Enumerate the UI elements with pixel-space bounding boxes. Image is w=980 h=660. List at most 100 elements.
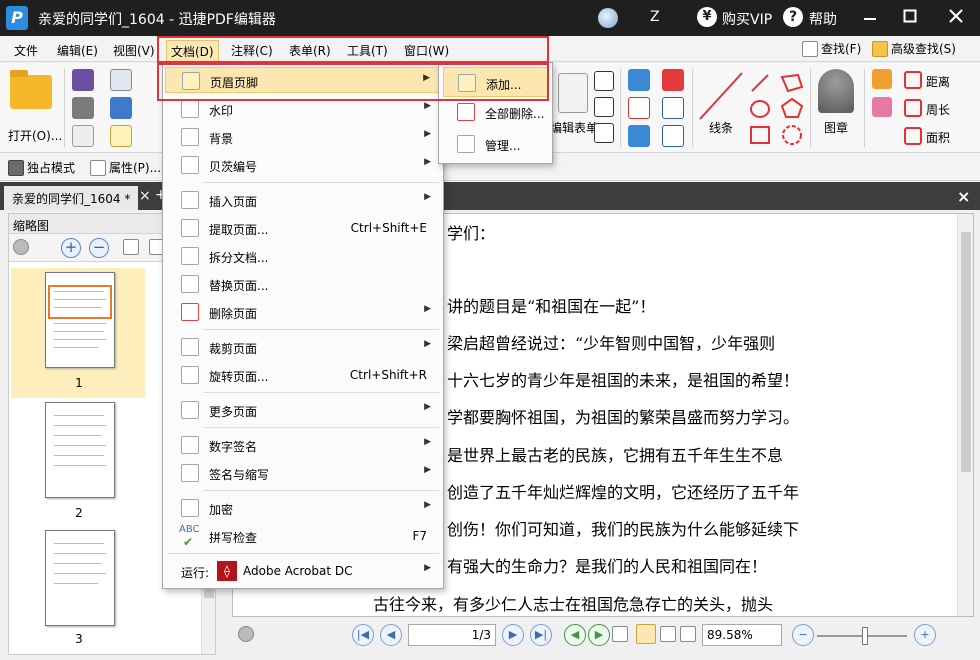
menu-item-encrypt[interactable]: 加密 ▶ xyxy=(165,495,441,521)
menu-file[interactable]: 文件 xyxy=(10,40,42,61)
facing-continuous-icon[interactable] xyxy=(680,626,696,642)
text-box-icon[interactable] xyxy=(594,97,614,117)
eraser-icon[interactable] xyxy=(872,97,892,117)
first-page-icon[interactable]: |◀ xyxy=(352,624,374,646)
menu-view[interactable]: 视图(V) xyxy=(109,40,159,61)
note-icon[interactable] xyxy=(662,69,684,91)
scan-icon[interactable] xyxy=(110,97,132,119)
thumbnail-page-2[interactable] xyxy=(45,402,115,498)
exclusive-mode-button[interactable]: 独占模式 xyxy=(8,159,75,176)
minimize-icon xyxy=(864,18,876,20)
zoom-select[interactable]: 89.58% xyxy=(702,624,782,646)
perimeter-icon[interactable] xyxy=(904,99,922,117)
tab-close-icon[interactable]: × xyxy=(139,188,151,204)
gear-icon[interactable] xyxy=(13,239,29,255)
line-label[interactable]: 线条 xyxy=(709,119,733,136)
zoom-slider-knob[interactable] xyxy=(862,627,868,645)
save-icon[interactable] xyxy=(72,69,94,91)
area-icon[interactable] xyxy=(904,127,922,145)
insert-page-icon xyxy=(181,191,199,209)
zoom-out-icon[interactable]: − xyxy=(89,238,109,258)
stamp-icon[interactable] xyxy=(818,69,854,113)
thumbnail-page-3[interactable] xyxy=(45,530,115,626)
underline-icon[interactable] xyxy=(628,125,650,147)
rotate-left-icon[interactable] xyxy=(123,239,139,255)
find-button[interactable]: 查找(F) xyxy=(802,40,861,57)
stamp-label[interactable]: 图章 xyxy=(824,119,848,136)
next-page-icon[interactable]: ▶ xyxy=(502,624,524,646)
typewriter-icon[interactable] xyxy=(628,69,650,91)
settings-gear-icon[interactable] xyxy=(238,626,254,642)
document-scrollbar[interactable] xyxy=(957,214,973,616)
maximize-button[interactable] xyxy=(892,4,928,32)
zoom-in-button-icon[interactable]: + xyxy=(914,624,936,646)
user-name[interactable]: Z xyxy=(650,9,660,25)
shape-tools[interactable] xyxy=(748,71,808,151)
back-icon[interactable]: ◀ xyxy=(564,624,586,646)
menu-separator xyxy=(203,182,439,183)
advanced-find-button[interactable]: 高级查找(S) xyxy=(872,40,956,57)
menu-item-split-document[interactable]: 拆分文档... xyxy=(165,243,441,269)
menu-item-replace-pages[interactable]: 替换页面... xyxy=(165,271,441,297)
text-field-icon[interactable] xyxy=(594,71,614,91)
yen-icon[interactable]: ¥ xyxy=(697,7,717,27)
prev-page-icon[interactable]: ◀ xyxy=(380,624,402,646)
menu-item-extract-pages[interactable]: 提取页面... Ctrl+Shift+E xyxy=(165,215,441,241)
menu-item-crop-pages[interactable]: 裁剪页面 ▶ xyxy=(165,334,441,360)
area-label[interactable]: 面积 xyxy=(926,129,950,146)
menu-item-spell-check[interactable]: ABC ✔ 拼写检查 F7 xyxy=(165,523,441,549)
edit-form-label[interactable]: 编辑表单 xyxy=(550,119,598,136)
zoom-in-icon[interactable]: + xyxy=(61,238,81,258)
new-doc-icon[interactable] xyxy=(110,125,132,147)
help-icon[interactable]: ? xyxy=(783,7,803,27)
user-avatar[interactable] xyxy=(598,8,618,28)
document-scroll-thumb[interactable] xyxy=(961,232,971,472)
properties-button[interactable]: 属性(P)... xyxy=(90,159,161,176)
submenu-item-remove-all[interactable]: 全部删除... xyxy=(443,97,548,127)
menu-item-more-pages[interactable]: 更多页面 ▶ xyxy=(165,397,441,423)
menu-item-label: 裁剪页面 xyxy=(209,342,258,356)
buy-vip-button[interactable]: 购买VIP xyxy=(722,9,772,29)
single-page-icon[interactable] xyxy=(612,626,628,642)
menu-item-background[interactable]: 背景 ▶ xyxy=(165,124,441,150)
help-button[interactable]: 帮助 xyxy=(809,9,837,29)
callout-icon[interactable] xyxy=(594,123,614,143)
distance-icon[interactable] xyxy=(904,71,922,89)
close-all-tabs-icon[interactable]: × xyxy=(957,187,970,206)
minimize-button[interactable] xyxy=(852,4,888,32)
document-tab[interactable]: 亲爱的同学们_1604 * xyxy=(4,186,139,210)
email-icon[interactable] xyxy=(110,69,132,91)
open-button[interactable]: 打开(O)... xyxy=(8,70,62,143)
thumbnail-page-1[interactable] xyxy=(45,272,115,368)
distance-label[interactable]: 距离 xyxy=(926,73,950,90)
page-icon[interactable] xyxy=(72,125,94,147)
thumb-text-line xyxy=(54,425,106,426)
menu-item-digital-signature[interactable]: 数字签名 ▶ xyxy=(165,432,441,458)
continuous-page-icon[interactable] xyxy=(636,624,656,644)
zoom-out-button-icon[interactable]: − xyxy=(792,624,814,646)
menu-item-rotate-pages[interactable]: 旋转页面... Ctrl+Shift+R xyxy=(165,362,441,388)
menu-edit[interactable]: 编辑(E) xyxy=(53,40,102,61)
menu-item-insert-pages[interactable]: 插入页面 ▶ xyxy=(165,187,441,213)
submenu-item-manage[interactable]: 管理... xyxy=(443,129,548,159)
facing-page-icon[interactable] xyxy=(660,626,676,642)
close-window-button[interactable] xyxy=(938,4,974,32)
strikethrough-icon[interactable] xyxy=(628,97,650,119)
page-number-input[interactable]: 1/3 xyxy=(408,624,496,646)
sound-icon[interactable] xyxy=(662,125,684,147)
title-bar: P 亲爱的同学们_1604 - 迅捷PDF编辑器 Z ¥ 购买VIP ? 帮助 xyxy=(0,0,980,36)
attach-icon[interactable] xyxy=(662,97,684,119)
perimeter-label[interactable]: 周长 xyxy=(926,101,950,118)
print-icon[interactable] xyxy=(72,97,94,119)
last-page-icon[interactable]: ▶| xyxy=(530,624,552,646)
menu-item-sign-initials[interactable]: 签名与缩写 ▶ xyxy=(165,460,441,486)
menu-item-bates-numbering[interactable]: 贝茨编号 ▶ xyxy=(165,152,441,178)
folder-icon xyxy=(10,70,52,109)
line-tool-icon[interactable] xyxy=(698,71,746,121)
menu-item-delete-pages[interactable]: 删除页面 ▶ xyxy=(165,299,441,325)
forward-icon[interactable]: ▶ xyxy=(588,624,610,646)
submenu-arrow-icon: ▶ xyxy=(424,500,431,510)
edit-form-icon[interactable] xyxy=(558,73,588,113)
pencil-icon[interactable] xyxy=(872,69,892,89)
menu-item-run-app[interactable]: 运行: ⟠ Adobe Acrobat DC ▶ xyxy=(165,558,441,584)
